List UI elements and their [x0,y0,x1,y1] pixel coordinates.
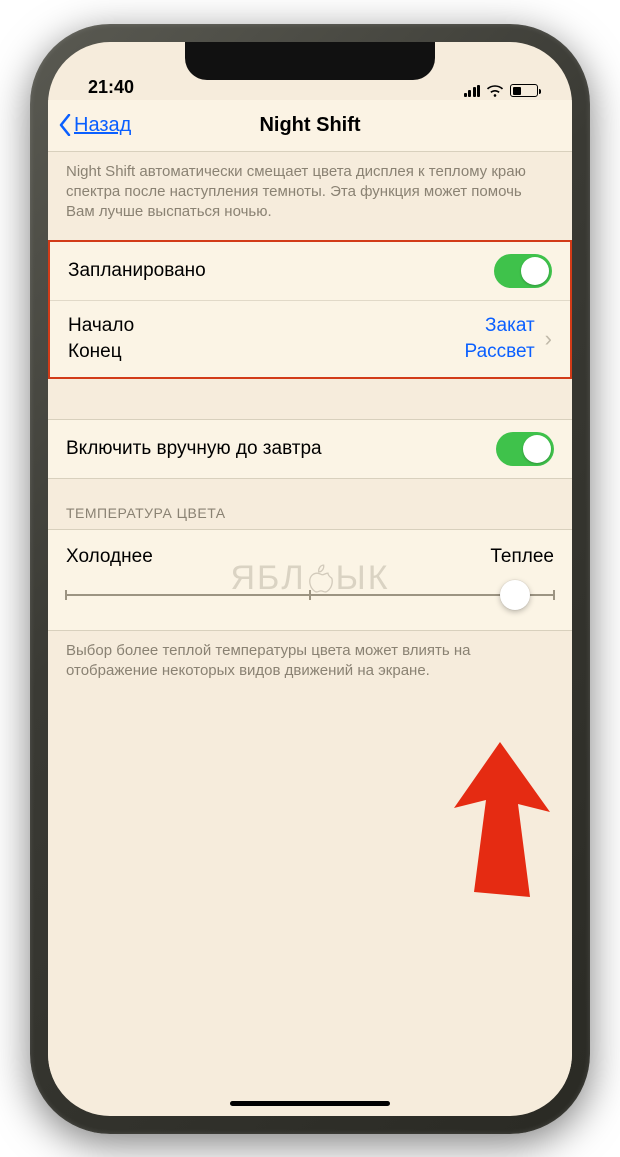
scheduled-toggle[interactable] [494,254,552,288]
notch [185,42,435,80]
intro-description: Night Shift автоматически смещает цвета … [48,152,572,241]
slider-group: Холоднее Теплее [48,529,572,631]
back-button[interactable]: Назад [48,114,131,137]
home-indicator[interactable] [230,1101,390,1106]
scheduled-label: Запланировано [68,260,206,282]
content: Night Shift автоматически смещает цвета … [48,152,572,1088]
manual-label: Включить вручную до завтра [66,438,322,460]
slider-footer: Выбор более теплой температуры цвета мож… [48,631,572,700]
start-label: Начало [68,313,134,339]
slider-thumb[interactable] [500,580,530,610]
schedule-right: Закат Рассвет [465,313,535,364]
manual-enable-row[interactable]: Включить вручную до завтра [48,420,572,478]
page-title: Night Shift [259,114,360,137]
status-time: 21:40 [88,77,134,98]
status-right [464,84,539,98]
schedule-group: Запланировано Начало Конец Закат Рассвет… [48,240,572,378]
back-label: Назад [74,114,131,137]
color-temp-slider[interactable] [66,582,554,608]
signal-icon [464,85,481,97]
manual-toggle[interactable] [496,432,554,466]
slider-cold-label: Холоднее [66,546,153,568]
schedule-left: Начало Конец [68,313,134,364]
wifi-icon [486,84,504,98]
schedule-time-row[interactable]: Начало Конец Закат Рассвет › [50,300,570,376]
chevron-left-icon [58,114,72,136]
nav-bar: Назад Night Shift [48,100,572,152]
slider-line [66,594,554,596]
manual-group: Включить вручную до завтра [48,419,572,479]
start-value: Закат [485,313,535,339]
slider-row: Холоднее Теплее [48,530,572,630]
scheduled-row[interactable]: Запланировано [50,242,570,300]
end-value: Рассвет [465,339,535,365]
slider-warm-label: Теплее [490,546,554,568]
end-label: Конец [68,339,134,365]
chevron-right-icon: › [545,326,552,352]
color-temp-header: ТЕМПЕРАТУРА ЦВЕТА [48,479,572,529]
slider-labels: Холоднее Теплее [66,546,554,568]
phone-screen: 21:40 Назад Night Shift Night Shift авто… [48,42,572,1116]
phone-frame: 21:40 Назад Night Shift Night Shift авто… [30,24,590,1134]
battery-icon [510,84,538,97]
